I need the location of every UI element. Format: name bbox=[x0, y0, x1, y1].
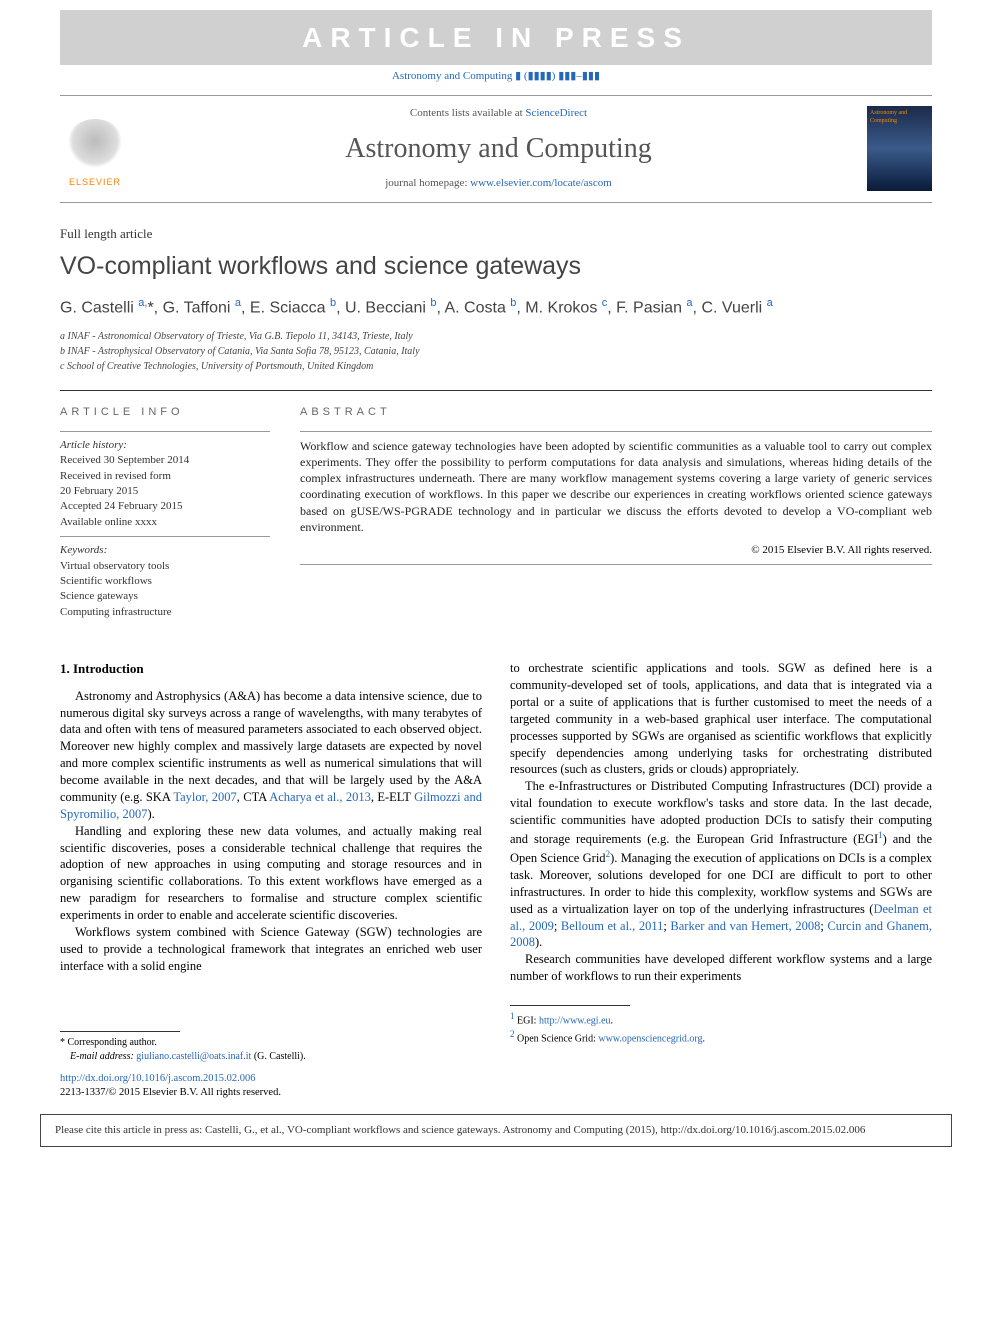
egi-link[interactable]: http://www.egi.eu bbox=[539, 1015, 611, 1026]
left-column-footer: * Corresponding author. E-mail address: … bbox=[60, 1031, 482, 1100]
elsevier-logo: ELSEVIER bbox=[60, 109, 130, 189]
section-1-heading: 1. Introduction bbox=[60, 660, 482, 678]
keyword-1: Virtual observatory tools bbox=[60, 559, 270, 574]
affiliations: a INAF - Astronomical Observatory of Tri… bbox=[60, 329, 932, 374]
body-p3: Workflows system combined with Science G… bbox=[60, 924, 482, 975]
homepage-prefix: journal homepage: bbox=[385, 177, 470, 189]
footnote-1: 1 EGI: http://www.egi.eu. bbox=[510, 1010, 932, 1028]
article-info-column: ARTICLE INFO Article history: Received 3… bbox=[60, 405, 270, 620]
article-info-label: ARTICLE INFO bbox=[60, 405, 270, 420]
info-divider bbox=[60, 431, 270, 432]
affiliation-a: a INAF - Astronomical Observatory of Tri… bbox=[60, 329, 932, 344]
abstract-label: ABSTRACT bbox=[300, 405, 932, 420]
affiliation-c: c School of Creative Technologies, Unive… bbox=[60, 359, 932, 374]
body-p2: Handling and exploring these new data vo… bbox=[60, 823, 482, 924]
header-center: Contents lists available at ScienceDirec… bbox=[150, 106, 847, 192]
revised-line1: Received in revised form bbox=[60, 469, 270, 484]
divider bbox=[60, 390, 932, 391]
issn-copyright: 2213-1337/© 2015 Elsevier B.V. All right… bbox=[60, 1087, 281, 1098]
keywords-label: Keywords: bbox=[60, 543, 270, 558]
elsevier-label: ELSEVIER bbox=[69, 176, 121, 189]
article-title: VO-compliant workflows and science gatew… bbox=[60, 249, 932, 284]
ref-belloum-2011[interactable]: Belloum et al., 2011 bbox=[561, 919, 664, 933]
elsevier-tree-icon bbox=[65, 119, 125, 174]
corresponding-author-note: * Corresponding author. E-mail address: … bbox=[60, 1036, 482, 1064]
right-footnotes: 1 EGI: http://www.egi.eu. 2 Open Science… bbox=[510, 1010, 932, 1047]
body-p5: The e-Infrastructures or Distributed Com… bbox=[510, 778, 932, 951]
cover-text: Astronomy and Computing bbox=[870, 110, 907, 124]
watermark-bar: ARTICLE IN PRESS bbox=[60, 10, 932, 65]
info-divider-2 bbox=[60, 536, 270, 537]
journal-ref-line: Astronomy and Computing ▮ (▮▮▮▮) ▮▮▮–▮▮▮ bbox=[0, 69, 992, 84]
footnote-divider-left bbox=[60, 1031, 180, 1032]
abstract-copyright: © 2015 Elsevier B.V. All rights reserved… bbox=[300, 543, 932, 558]
abstract-divider-bottom bbox=[300, 564, 932, 565]
body-text: 1. Introduction Astronomy and Astrophysi… bbox=[60, 660, 932, 1100]
corr-author: * Corresponding author. bbox=[60, 1036, 482, 1050]
article-history: Article history: Received 30 September 2… bbox=[60, 438, 270, 530]
email-link[interactable]: giuliano.castelli@oats.inaf.it bbox=[136, 1051, 251, 1062]
contents-line: Contents lists available at ScienceDirec… bbox=[150, 106, 847, 121]
keyword-3: Science gateways bbox=[60, 589, 270, 604]
contents-prefix: Contents lists available at bbox=[410, 107, 525, 119]
journal-name: Astronomy and Computing bbox=[150, 129, 847, 168]
journal-header: ELSEVIER Contents lists available at Sci… bbox=[60, 95, 932, 203]
osg-link[interactable]: www.opensciencegrid.org bbox=[598, 1034, 702, 1045]
article-type: Full length article bbox=[60, 225, 932, 243]
footnote-2: 2 Open Science Grid: www.opensciencegrid… bbox=[510, 1028, 932, 1046]
info-abstract-row: ARTICLE INFO Article history: Received 3… bbox=[60, 405, 932, 620]
journal-cover-thumb: Astronomy and Computing bbox=[867, 106, 932, 191]
received-date: Received 30 September 2014 bbox=[60, 453, 270, 468]
abstract-divider bbox=[300, 431, 932, 432]
homepage-line: journal homepage: www.elsevier.com/locat… bbox=[150, 176, 847, 191]
history-label: Article history: bbox=[60, 438, 270, 453]
email-line: E-mail address: giuliano.castelli@oats.i… bbox=[60, 1050, 482, 1064]
author-list: G. Castelli a,*, G. Taffoni a, E. Sciacc… bbox=[60, 296, 932, 320]
body-p6: Research communities have developed diff… bbox=[510, 951, 932, 985]
online-date: Available online xxxx bbox=[60, 515, 270, 530]
ref-acharya-2013[interactable]: Acharya et al., 2013 bbox=[269, 790, 371, 804]
footnote-divider-right bbox=[510, 1005, 630, 1006]
abstract-text: Workflow and science gateway technologie… bbox=[300, 438, 932, 535]
homepage-link[interactable]: www.elsevier.com/locate/ascom bbox=[470, 177, 612, 189]
affiliation-b: b INAF - Astrophysical Observatory of Ca… bbox=[60, 344, 932, 359]
keywords-block: Keywords: Virtual observatory tools Scie… bbox=[60, 543, 270, 620]
revised-line2: 20 February 2015 bbox=[60, 484, 270, 499]
body-p1: Astronomy and Astrophysics (A&A) has bec… bbox=[60, 688, 482, 823]
ref-barker-2008[interactable]: Barker and van Hemert, 2008 bbox=[670, 919, 820, 933]
keyword-4: Computing infrastructure bbox=[60, 605, 270, 620]
citation-box: Please cite this article in press as: Ca… bbox=[40, 1114, 952, 1147]
abstract-column: ABSTRACT Workflow and science gateway te… bbox=[300, 405, 932, 620]
body-p4: to orchestrate scientific applications a… bbox=[510, 660, 932, 778]
watermark-text: ARTICLE IN PRESS bbox=[302, 22, 690, 53]
sciencedirect-link[interactable]: ScienceDirect bbox=[525, 107, 587, 119]
keyword-2: Scientific workflows bbox=[60, 574, 270, 589]
accepted-date: Accepted 24 February 2015 bbox=[60, 499, 270, 514]
doi-link[interactable]: http://dx.doi.org/10.1016/j.ascom.2015.0… bbox=[60, 1073, 256, 1084]
right-column-footer: 1 EGI: http://www.egi.eu. 2 Open Science… bbox=[510, 1005, 932, 1047]
content-area: Full length article VO-compliant workflo… bbox=[60, 225, 932, 1100]
doi-block: http://dx.doi.org/10.1016/j.ascom.2015.0… bbox=[60, 1072, 482, 1100]
ref-taylor-2007[interactable]: Taylor, 2007 bbox=[173, 790, 236, 804]
